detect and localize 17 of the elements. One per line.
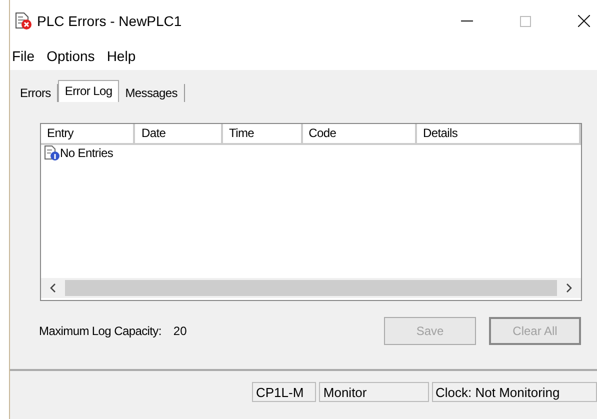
tab[interactable]: Error Log <box>58 80 120 102</box>
tab[interactable]: Messages <box>119 84 184 102</box>
column-header[interactable]: Date <box>135 124 224 143</box>
list-entry[interactable]: No Entries <box>60 146 114 160</box>
status-field: CP1L-M <box>252 382 316 402</box>
status-field: Monitor <box>319 382 428 402</box>
menu-item[interactable]: Options <box>46 48 95 64</box>
window-title: PLC Errors - NewPLC1 <box>37 13 182 29</box>
column-header[interactable]: Code <box>302 124 417 143</box>
column-header[interactable]: Entry <box>41 124 136 143</box>
capacity-label: Maximum Log Capacity: <box>39 324 162 338</box>
menu-item[interactable]: Help <box>106 48 136 64</box>
column-header[interactable]: Details <box>416 124 581 143</box>
column-header[interactable]: Time <box>223 124 303 143</box>
menu-item[interactable]: File <box>12 48 35 64</box>
status-field: Clock: Not Monitoring <box>432 382 597 402</box>
capacity-value: 20 <box>173 324 187 338</box>
